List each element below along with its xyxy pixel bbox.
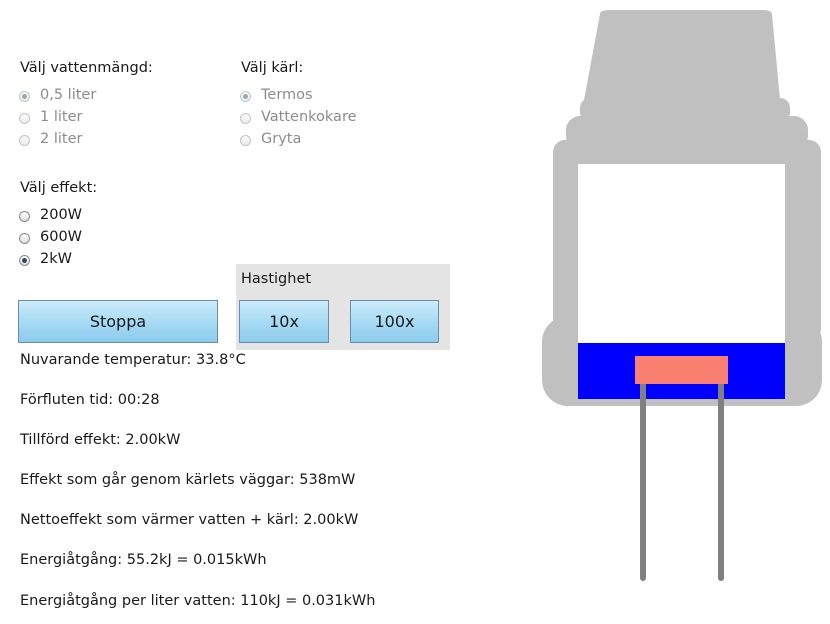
thermos-illustration (542, 10, 822, 581)
thermos-cap (584, 10, 780, 100)
heater-element (635, 356, 728, 384)
